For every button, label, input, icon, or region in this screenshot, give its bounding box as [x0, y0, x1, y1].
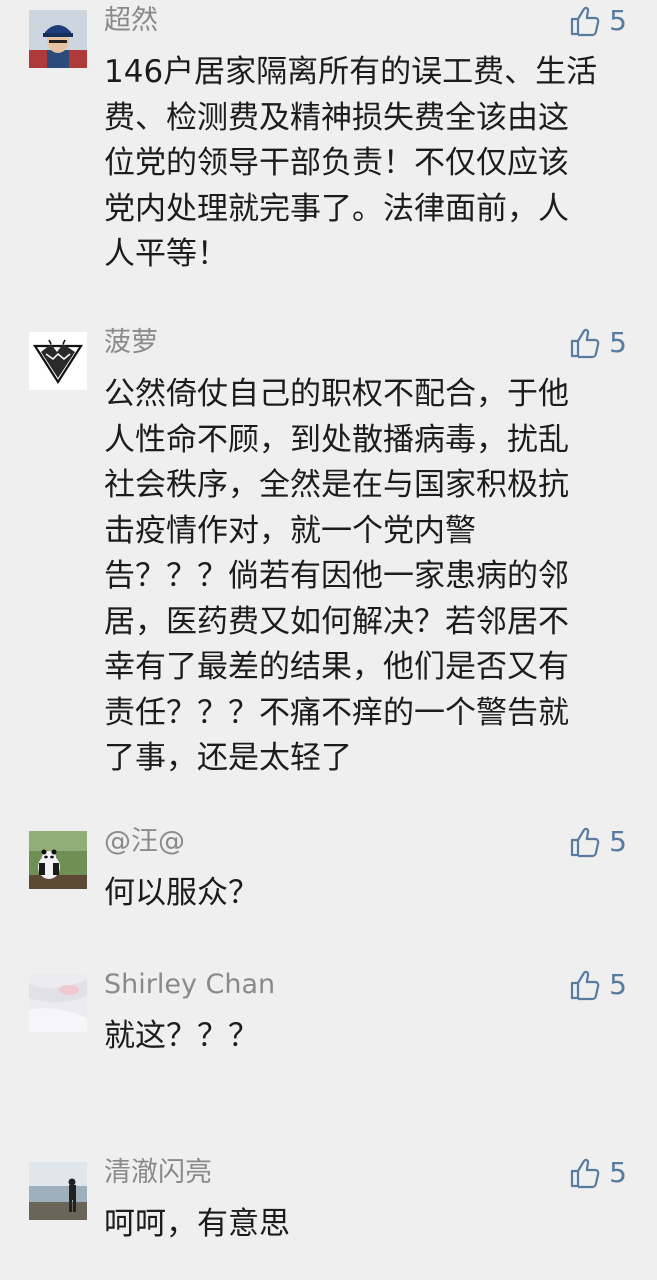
- comment-text: 呵呵，有意思: [104, 1202, 628, 1248]
- comment-text-line: 社会秩序，全然是在与国家积极抗: [104, 467, 569, 503]
- comment-author[interactable]: @汪@: [104, 825, 185, 859]
- comment-text: 何以服众？: [104, 871, 628, 917]
- comment-text-line: 人平等！: [104, 236, 228, 272]
- avatar[interactable]: [29, 1162, 87, 1220]
- comment-text-line: 告？？？倘若有因他一家患病的邻: [104, 558, 569, 594]
- comment-text-line: 146户居家隔离所有的误工费、生活: [104, 54, 598, 90]
- panda-avatar: [29, 831, 87, 889]
- avatar[interactable]: [29, 10, 87, 68]
- comment-text: 146户居家隔离所有的误工费、生活 费、检测费及精神损失费全该由这 位党的领导干…: [104, 50, 628, 278]
- comment-text: 就这？？？: [104, 1014, 628, 1060]
- comment-text-line: 公然倚仗自己的职权不配合，于他: [104, 376, 569, 412]
- like-count: 5: [609, 4, 627, 37]
- thumbs-up-icon: [571, 827, 600, 858]
- comment-text-line: 击疫情作对，就一个党内警: [104, 512, 476, 549]
- comment-text-line: 何以服众？: [104, 875, 259, 911]
- mountain-triangle-avatar: [29, 332, 87, 390]
- like-button[interactable]: 5: [569, 4, 627, 38]
- comment-text: 公然倚仗自己的职权不配合，于他 人性命不顾，到处散播病毒，扰乱 社会秩序，全然是…: [104, 372, 628, 782]
- comment-text-line: 幸有了最差的结果，他们是否又有: [104, 649, 569, 685]
- like-button[interactable]: 5: [569, 1156, 627, 1190]
- comment-text-line: 位党的领导干部负责！不仅仅应该: [104, 145, 569, 181]
- comment-text-line: 就这？？？: [104, 1018, 259, 1054]
- avatar[interactable]: [29, 332, 87, 390]
- comment-text-line: 党内处理就完事了。法律面前，人: [104, 190, 569, 227]
- thumbs-up-icon: [571, 970, 600, 1001]
- comment-text-line: 居，医药费又如何解决？若邻居不: [104, 603, 569, 640]
- comment-text-line: 呵呵，有意思: [104, 1206, 290, 1242]
- thumbs-up-icon: [571, 1158, 600, 1189]
- avatar[interactable]: [29, 974, 87, 1032]
- comment-author[interactable]: 菠萝: [104, 326, 158, 360]
- person-with-cap-avatar: [29, 10, 87, 68]
- like-count: 5: [609, 326, 627, 359]
- like-button[interactable]: 5: [569, 825, 627, 859]
- like-button[interactable]: 5: [569, 968, 627, 1002]
- comment-author[interactable]: Shirley Chan: [104, 968, 275, 1002]
- like-count: 5: [609, 1156, 627, 1189]
- like-count: 5: [609, 825, 627, 858]
- avatar[interactable]: [29, 831, 87, 889]
- thumbs-up-icon: [571, 328, 600, 359]
- comment-author[interactable]: 清澈闪亮: [104, 1156, 212, 1190]
- comment-text-line: 费、检测费及精神损失费全该由这: [104, 99, 569, 136]
- pale-fabric-avatar: [29, 974, 87, 1032]
- like-button[interactable]: 5: [569, 326, 627, 360]
- comment-text-line: 责任？？？不痛不痒的一个警告就: [104, 694, 569, 731]
- comment-text-line: 了事，还是太轻了: [104, 740, 352, 776]
- thumbs-up-icon: [571, 6, 600, 37]
- comment-text-line: 人性命不顾，到处散播病毒，扰乱: [104, 421, 569, 458]
- like-count: 5: [609, 968, 627, 1001]
- comment-author[interactable]: 超然: [104, 4, 158, 38]
- person-by-water-avatar: [29, 1162, 87, 1220]
